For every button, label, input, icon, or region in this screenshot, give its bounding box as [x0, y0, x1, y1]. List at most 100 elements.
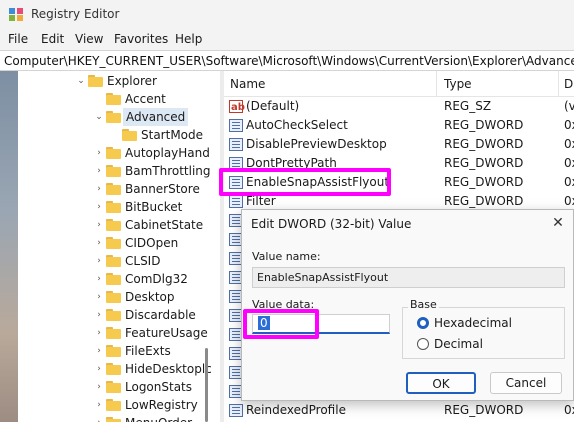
tree-item-autoplayhandlers[interactable]: › AutoplayHand [94, 144, 214, 162]
folder-icon [106, 147, 121, 159]
folder-icon [106, 273, 121, 285]
menu-view[interactable]: View [75, 32, 103, 46]
chevron-right-icon[interactable]: › [94, 162, 104, 180]
folder-icon [106, 363, 121, 375]
column-header-type[interactable]: Type [444, 77, 472, 91]
tree-scrollbar[interactable] [205, 348, 208, 422]
ok-button[interactable]: OK [406, 372, 476, 394]
chevron-right-icon[interactable]: › [94, 378, 104, 396]
tree-item-cidopen[interactable]: › CIDOpen [94, 234, 214, 252]
tree-item-bamthrottling[interactable]: › BamThrottling [94, 162, 214, 180]
tree-item-featureusage[interactable]: › FeatureUsage [94, 324, 214, 342]
chevron-right-icon[interactable]: › [94, 270, 104, 288]
value-row[interactable]: ab (Default) REG_SZ (v [224, 97, 574, 116]
decimal-label[interactable]: Decimal [434, 337, 483, 351]
menu-bar: File Edit View Favorites Help [0, 30, 574, 50]
list-header: Name Type Da [224, 71, 574, 97]
chevron-right-icon[interactable]: › [94, 144, 104, 162]
folder-icon [106, 309, 121, 321]
tree-item-desktop[interactable]: › Desktop [94, 288, 214, 306]
tree-item-lowregistry[interactable]: › LowRegistry [94, 396, 214, 414]
menu-file[interactable]: File [8, 32, 28, 46]
tree-item-accent[interactable]: Accent [94, 90, 214, 108]
chevron-down-icon[interactable]: ⌄ [94, 108, 104, 126]
tree-item-hidedesktopicons[interactable]: › HideDesktoplc [94, 360, 214, 378]
tree-item-logonstats[interactable]: › LogonStats [94, 378, 214, 396]
hexadecimal-radio[interactable] [417, 317, 429, 329]
chevron-right-icon[interactable]: › [94, 360, 104, 378]
chevron-right-icon[interactable]: › [94, 198, 104, 216]
chevron-right-icon[interactable]: › [94, 414, 104, 422]
menu-favorites[interactable]: Favorites [114, 32, 168, 46]
chevron-down-icon[interactable]: ⌄ [76, 72, 86, 90]
folder-icon [106, 381, 121, 393]
chevron-right-icon[interactable]: › [94, 324, 104, 342]
chevron-right-icon[interactable]: › [94, 216, 104, 234]
chevron-right-icon[interactable]: › [94, 306, 104, 324]
edit-dword-dialog: Edit DWORD (32-bit) Value ✕ Value name: … [241, 209, 574, 401]
folder-icon [106, 399, 121, 411]
value-row[interactable]: AutoCheckSelect REG_DWORD 0x [224, 116, 574, 135]
window-title: Registry Editor [31, 7, 120, 21]
tree-item-explorer[interactable]: ⌄ Explorer [76, 72, 216, 90]
key-tree: ⌄ Explorer Accent ⌄ Advanced StartMode ›… [0, 71, 220, 422]
folder-icon [106, 201, 121, 213]
folder-icon [122, 129, 137, 141]
tree-item-menuorder[interactable]: › MenuOrder [94, 414, 214, 422]
cancel-button[interactable]: Cancel [490, 372, 562, 394]
hexadecimal-label[interactable]: Hexadecimal [434, 316, 512, 330]
dialog-title: Edit DWORD (32-bit) Value [251, 217, 412, 231]
folder-icon [106, 93, 121, 105]
chevron-right-icon[interactable]: › [94, 252, 104, 270]
folder-icon [106, 111, 121, 123]
tree-gutter [0, 71, 18, 422]
folder-icon [106, 183, 121, 195]
value-name-label: Value name: [252, 250, 321, 263]
column-divider[interactable] [558, 71, 559, 97]
tree-item-discardable[interactable]: › Discardable [94, 306, 214, 324]
dword-value-icon [229, 119, 243, 132]
value-name-field: EnableSnapAssistFlyout [252, 267, 565, 288]
folder-icon [106, 165, 121, 177]
chevron-right-icon[interactable]: › [94, 396, 104, 414]
base-groupbox [402, 307, 565, 359]
folder-icon [88, 75, 103, 87]
dword-value-icon [229, 404, 243, 417]
highlight-box-value-data [243, 309, 319, 339]
tree-item-advanced[interactable]: ⌄ Advanced [94, 108, 214, 126]
tree-item-startmode[interactable]: StartMode [110, 126, 214, 144]
close-icon[interactable]: ✕ [548, 213, 568, 233]
address-bar[interactable]: Computer\HKEY_CURRENT_USER\Software\Micr… [0, 50, 574, 71]
folder-icon [106, 417, 121, 422]
dword-value-icon [229, 195, 243, 208]
menu-edit[interactable]: Edit [41, 32, 64, 46]
chevron-right-icon[interactable]: › [94, 288, 104, 306]
chevron-right-icon[interactable]: › [94, 234, 104, 252]
highlight-box-value-name [219, 168, 391, 196]
chevron-right-icon[interactable]: › [94, 342, 104, 360]
folder-icon [106, 237, 121, 249]
dword-value-icon [229, 138, 243, 151]
base-label: Base [408, 298, 439, 311]
menu-help[interactable]: Help [175, 32, 202, 46]
column-divider[interactable] [436, 71, 437, 97]
decimal-radio[interactable] [417, 338, 429, 350]
column-header-data[interactable]: Da [564, 77, 574, 91]
tree-item-bannerstore[interactable]: › BannerStore [94, 180, 214, 198]
value-row[interactable]: ReindexedProfile REG_DWORD 0x [224, 401, 574, 420]
address-path[interactable]: Computer\HKEY_CURRENT_USER\Software\Micr… [4, 54, 574, 68]
value-row[interactable]: DisablePreviewDesktop REG_DWORD 0x [224, 135, 574, 154]
tree-item-fileexts[interactable]: › FileExts [94, 342, 214, 360]
tree-item-bitbucket[interactable]: › BitBucket [94, 198, 214, 216]
string-value-icon: ab [229, 100, 245, 113]
registry-editor-icon [8, 6, 24, 22]
title-bar: Registry Editor [0, 0, 574, 30]
column-header-name[interactable]: Name [230, 77, 265, 91]
tree-item-clsid[interactable]: › CLSID [94, 252, 214, 270]
folder-icon [106, 219, 121, 231]
folder-icon [106, 291, 121, 303]
chevron-right-icon[interactable]: › [94, 180, 104, 198]
folder-icon [106, 255, 121, 267]
tree-item-cabinetstate[interactable]: › CabinetState [94, 216, 214, 234]
tree-item-comdlg32[interactable]: › ComDlg32 [94, 270, 214, 288]
